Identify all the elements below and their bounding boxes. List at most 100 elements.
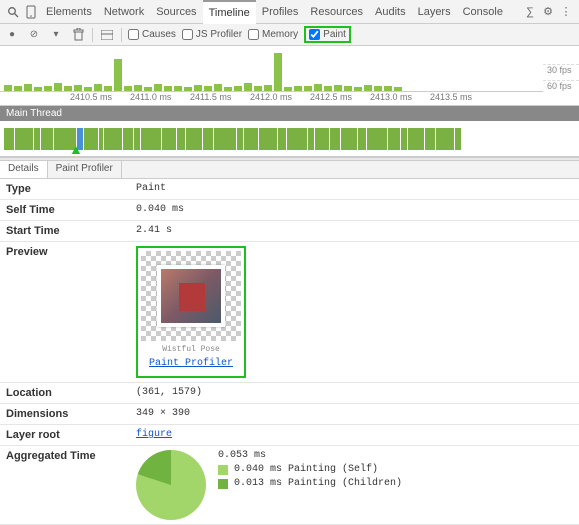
swatch-self: [218, 465, 228, 475]
thread-segment[interactable]: [214, 128, 236, 150]
fps-bar: [244, 83, 252, 91]
thread-segment[interactable]: [244, 128, 258, 150]
layer-root-label: Layer root: [0, 425, 130, 445]
view-mode-icon[interactable]: [99, 27, 115, 43]
thread-segment[interactable]: [287, 128, 307, 150]
preview-thumbnail[interactable]: Wistful Pose Paint Profiler: [141, 251, 241, 373]
paint-profiler-link[interactable]: Paint Profiler: [149, 358, 233, 369]
thread-segment[interactable]: [315, 128, 329, 150]
filter-icon[interactable]: ▾: [48, 27, 64, 43]
thread-segment[interactable]: [436, 128, 454, 150]
details-tab-details[interactable]: Details: [0, 161, 48, 178]
console-toggle-icon[interactable]: ∑: [521, 0, 539, 24]
devtools-top-tabs: ElementsNetworkSourcesTimelineProfilesRe…: [0, 0, 579, 24]
layer-root-link[interactable]: figure: [136, 429, 172, 440]
main-thread-track[interactable]: ▲: [0, 121, 579, 157]
top-tab-layers[interactable]: Layers: [412, 0, 457, 24]
top-tab-resources[interactable]: Resources: [304, 0, 369, 24]
location-value: (361, 1579): [130, 383, 579, 403]
thread-segment[interactable]: [408, 128, 424, 150]
thread-segment[interactable]: [104, 128, 122, 150]
top-tab-profiles[interactable]: Profiles: [256, 0, 305, 24]
thread-segment[interactable]: [278, 128, 286, 150]
thread-segment[interactable]: [15, 128, 33, 150]
clear-icon[interactable]: ⊘: [26, 27, 42, 43]
details-tabs: DetailsPaint Profiler: [0, 161, 579, 179]
dimensions-label: Dimensions: [0, 404, 130, 424]
jsprofiler-checkbox[interactable]: JS Profiler: [182, 29, 242, 40]
fps-bar: [154, 84, 162, 91]
fps-bar: [94, 84, 102, 91]
thread-segment[interactable]: [177, 128, 185, 150]
fps-x-tick: 2412.0 ms: [250, 92, 310, 105]
thread-segment[interactable]: [203, 128, 213, 150]
top-tab-console[interactable]: Console: [457, 0, 509, 24]
thread-segment[interactable]: [84, 128, 98, 150]
selection-arrow-icon: ▲: [69, 141, 83, 157]
thread-segment[interactable]: [141, 128, 161, 150]
record-icon[interactable]: ●: [4, 27, 20, 43]
search-icon[interactable]: [4, 0, 22, 24]
location-label: Location: [0, 383, 130, 403]
thread-segment[interactable]: [330, 128, 340, 150]
gc-icon[interactable]: [70, 27, 86, 43]
dimensions-value: 349 × 390: [130, 404, 579, 424]
start-time-label: Start Time: [0, 221, 130, 241]
more-icon[interactable]: ⋮: [557, 0, 575, 24]
thread-segment[interactable]: [4, 128, 14, 150]
thread-segment[interactable]: [341, 128, 357, 150]
thread-segment[interactable]: [162, 128, 176, 150]
top-tab-audits[interactable]: Audits: [369, 0, 412, 24]
thread-segment[interactable]: [259, 128, 277, 150]
gear-icon[interactable]: ⚙: [539, 0, 557, 24]
thread-segment[interactable]: [401, 128, 407, 150]
thread-segment[interactable]: [358, 128, 366, 150]
fps-bar: [54, 83, 62, 91]
thread-segment[interactable]: [123, 128, 133, 150]
fps-tick-60: 60 fps: [543, 80, 579, 91]
thread-segment[interactable]: [367, 128, 387, 150]
main-thread-header: Main Thread: [0, 106, 579, 121]
aggregated-pie-chart: [136, 450, 206, 520]
thread-segment[interactable]: [99, 128, 103, 150]
fps-bar: [114, 59, 122, 91]
swatch-children: [218, 479, 228, 489]
fps-x-tick: 2412.5 ms: [310, 92, 370, 105]
top-tab-sources[interactable]: Sources: [150, 0, 202, 24]
device-icon[interactable]: [22, 0, 40, 24]
thread-segment[interactable]: [34, 128, 40, 150]
thread-segment[interactable]: [388, 128, 400, 150]
memory-checkbox[interactable]: Memory: [248, 29, 298, 40]
type-value: Paint: [130, 179, 579, 199]
thread-segment[interactable]: [186, 128, 202, 150]
thread-segment[interactable]: [134, 128, 140, 150]
aggregated-legend: 0.053 ms 0.040 ms Painting (Self) 0.013 …: [218, 450, 402, 492]
fps-bar: [314, 84, 322, 91]
thread-segment[interactable]: [237, 128, 243, 150]
fps-x-tick: 2410.5 ms: [70, 92, 130, 105]
preview-caption: Wistful Pose: [141, 341, 241, 358]
causes-checkbox[interactable]: Causes: [128, 29, 176, 40]
top-tab-network[interactable]: Network: [98, 0, 150, 24]
top-tab-timeline[interactable]: Timeline: [203, 0, 256, 24]
thread-segment[interactable]: [41, 128, 53, 150]
preview-highlight: Wistful Pose Paint Profiler: [136, 246, 246, 378]
thread-segment[interactable]: [308, 128, 314, 150]
fps-bar: [214, 84, 222, 91]
paint-checkbox[interactable]: Paint: [304, 26, 351, 43]
aggregated-time-label: Aggregated Time: [0, 446, 130, 524]
details-tab-paint-profiler[interactable]: Paint Profiler: [48, 161, 122, 178]
separator: [92, 28, 93, 42]
self-time-label: Self Time: [0, 200, 130, 220]
thread-segment[interactable]: [455, 128, 461, 150]
aggregated-total: 0.053 ms: [218, 450, 402, 461]
separator: [121, 28, 122, 42]
thread-segment[interactable]: [425, 128, 435, 150]
type-label: Type: [0, 179, 130, 199]
self-time-value: 0.040 ms: [130, 200, 579, 220]
fps-bar: [274, 53, 282, 91]
top-tab-elements[interactable]: Elements: [40, 0, 98, 24]
fps-graph[interactable]: 30 fps 60 fps 2410.5 ms2411.0 ms2411.5 m…: [0, 46, 579, 106]
fps-x-tick: 2413.0 ms: [370, 92, 430, 105]
timeline-toolbar: ● ⊘ ▾ Causes JS Profiler Memory Paint: [0, 24, 579, 46]
